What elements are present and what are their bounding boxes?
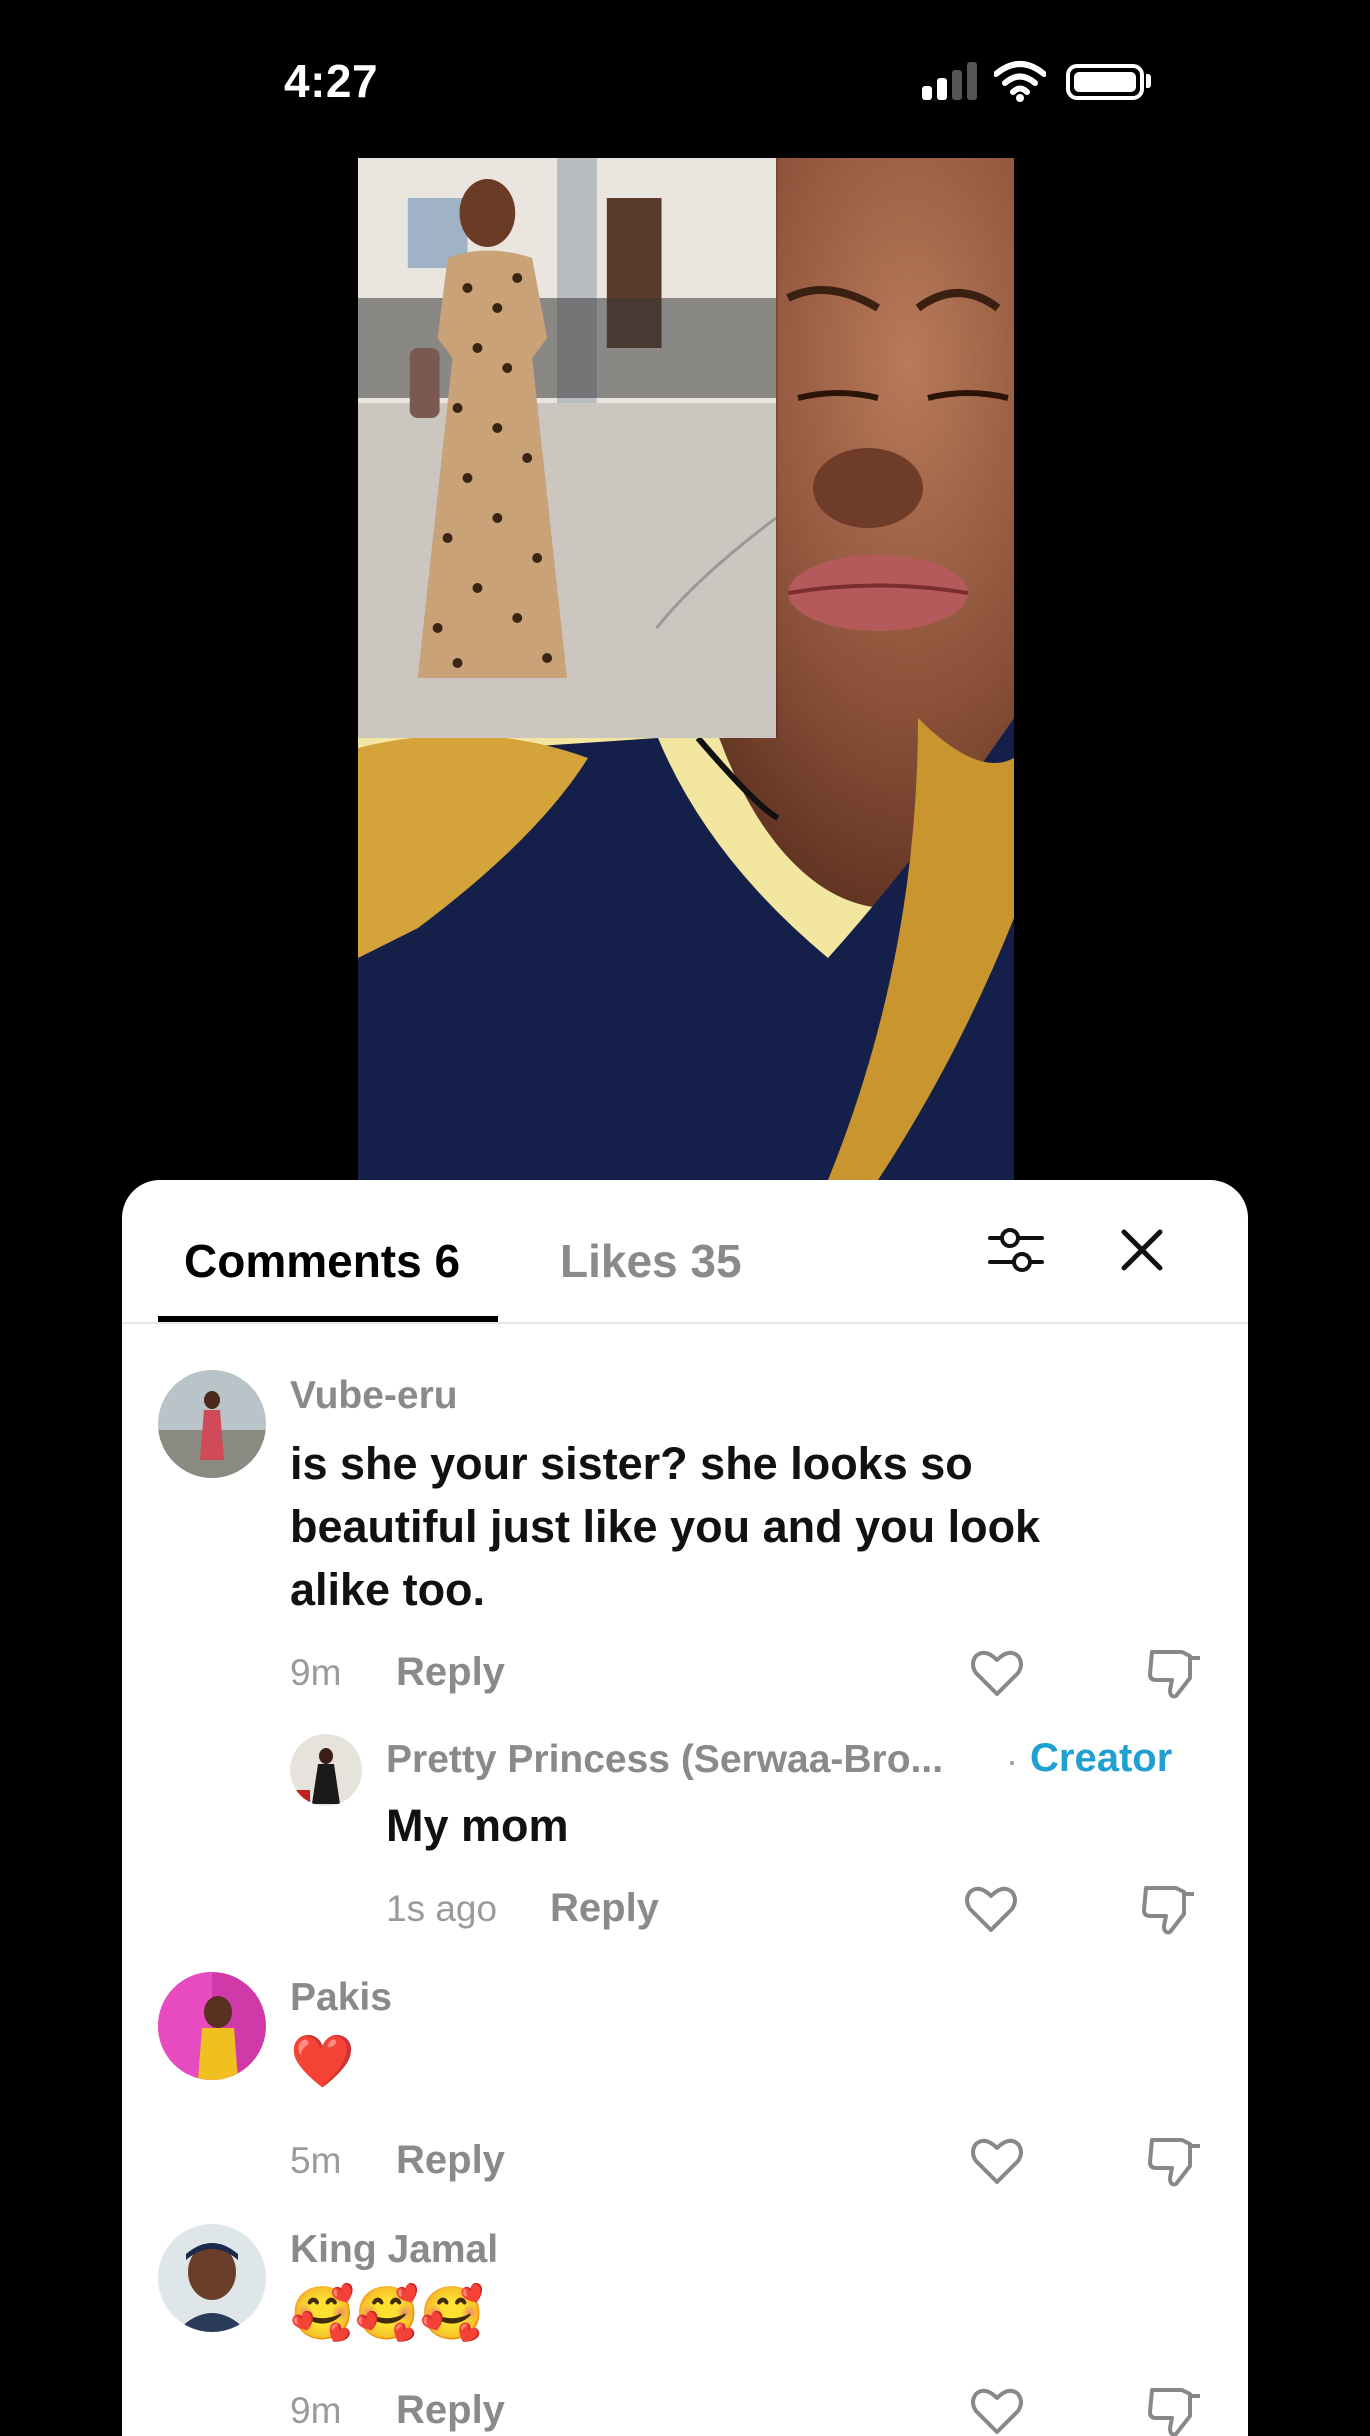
- comment-emoji: ❤️: [290, 2032, 355, 2092]
- heart-outline-icon[interactable]: [968, 1644, 1026, 1702]
- heart-outline-icon[interactable]: [962, 1880, 1020, 1938]
- battery-nub: [1146, 74, 1151, 88]
- comment-username[interactable]: Pakis: [290, 1976, 392, 2020]
- reply-button[interactable]: Reply: [396, 2388, 505, 2433]
- thumbs-down-icon[interactable]: [1146, 2132, 1204, 2190]
- active-tab-indicator: [158, 1316, 498, 1322]
- phone-screen: 4:27 Comments 6 Likes 35 Vube-eru is she…: [122, 0, 1248, 2436]
- comment-username[interactable]: Pretty Princess (Serwaa-Bro...: [386, 1738, 943, 1782]
- wifi-icon: [994, 61, 1046, 102]
- close-icon[interactable]: [1112, 1220, 1172, 1280]
- badge-separator: ·: [1006, 1740, 1018, 1781]
- comment-text: My mom: [386, 1800, 569, 1851]
- comment-emoji: 🥰🥰🥰: [290, 2284, 485, 2344]
- comment-time: 9m: [290, 2390, 342, 2431]
- sheet-tabs: Comments 6 Likes 35: [122, 1180, 1248, 1324]
- thumbs-down-icon[interactable]: [1146, 2382, 1204, 2436]
- comment-username[interactable]: King Jamal: [290, 2228, 498, 2272]
- cellular-signal-icon: [922, 62, 978, 100]
- comment-text: is she your sister? she looks so beautif…: [290, 1438, 1041, 1615]
- avatar[interactable]: [158, 1972, 266, 2080]
- heart-outline-icon[interactable]: [968, 2382, 1026, 2436]
- avatar[interactable]: [290, 1734, 362, 1806]
- reply-button[interactable]: Reply: [396, 2138, 505, 2183]
- heart-outline-icon[interactable]: [968, 2132, 1026, 2190]
- reply-button[interactable]: Reply: [396, 1650, 505, 1695]
- inset-photo-woman: [358, 158, 778, 738]
- video-player[interactable]: [358, 158, 1014, 1180]
- comment-time: 1s ago: [386, 1888, 498, 1929]
- sliders-icon[interactable]: [986, 1220, 1046, 1280]
- status-time: 4:27: [284, 55, 379, 107]
- creator-badge: Creator: [1030, 1736, 1173, 1780]
- comments-sheet: Comments 6 Likes 35 Vube-eru is she your…: [122, 1180, 1248, 2436]
- tab-comments[interactable]: Comments 6: [184, 1234, 460, 1288]
- avatar[interactable]: [158, 2224, 266, 2332]
- status-bar: 4:27: [122, 0, 1248, 150]
- thumbs-down-icon[interactable]: [1146, 1644, 1204, 1702]
- comment-time: 9m: [290, 1652, 342, 1693]
- comment-username[interactable]: Vube-eru: [290, 1374, 458, 1418]
- avatar[interactable]: [158, 1370, 266, 1478]
- comment-time: 5m: [290, 2140, 342, 2181]
- battery-icon: [1066, 64, 1144, 100]
- thumbs-down-icon[interactable]: [1140, 1880, 1198, 1938]
- tab-likes[interactable]: Likes 35: [560, 1234, 742, 1288]
- reply-button[interactable]: Reply: [550, 1886, 659, 1931]
